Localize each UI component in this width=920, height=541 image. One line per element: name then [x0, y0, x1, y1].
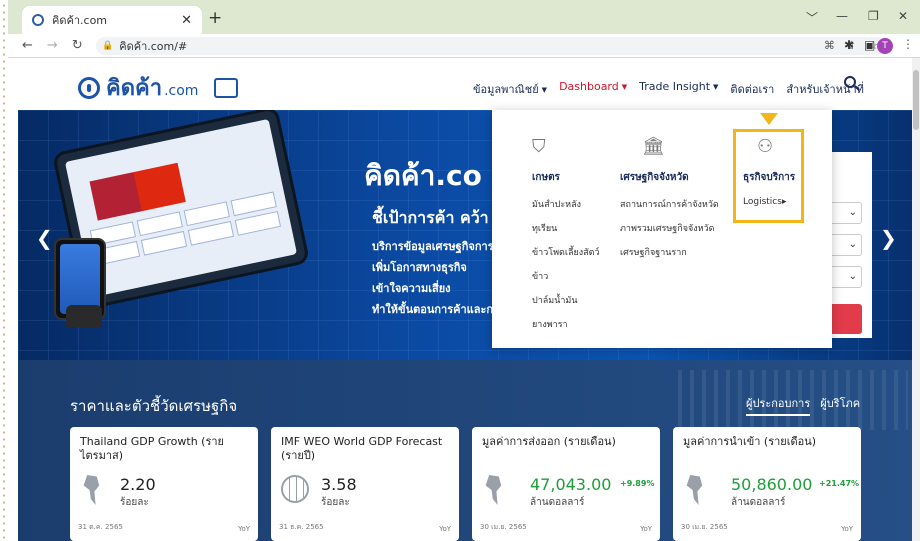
card-title: IMF WEO World GDP Forecast (รายปี)	[281, 435, 443, 462]
minimize-button[interactable]: —	[836, 9, 848, 23]
nav-item-commerce-data[interactable]: ข้อมูลพาณิชย์ ▼	[473, 80, 547, 98]
menu-heading-provincial[interactable]: เศรษฐกิจจังหวัด	[620, 170, 719, 185]
nav-item-contact[interactable]: ติดต่อเรา	[730, 80, 774, 98]
card-value: 47,043.00	[530, 475, 612, 494]
menu-item[interactable]: มันสำปะหลัง	[532, 197, 600, 211]
menu-heading-agriculture[interactable]: เกษตร	[532, 170, 600, 185]
logo-suffix: .com	[164, 82, 199, 99]
main-nav: ข้อมูลพาณิชย์ ▼ Dashboard ▼ Trade Insight ▼…	[473, 80, 864, 98]
government-building-icon: 🏛	[642, 136, 665, 157]
card-title: มูลค่าการส่งออก (รายเดือน)	[482, 435, 616, 448]
address-bar[interactable]: 🔒 คิดค้า.com/# ⌘ ⇪ ☆	[96, 37, 886, 55]
card-title: Thailand GDP Growth (รายไตรมาส)	[80, 435, 224, 462]
nav-item-trade-insight[interactable]: Trade Insight ▼	[639, 80, 718, 98]
menu-item[interactable]: สถานการณ์การค้าจังหวัด	[620, 197, 719, 211]
thailand-map-icon	[80, 475, 112, 505]
back-arrow-icon[interactable]: ←	[22, 38, 33, 53]
nav-item-dashboard[interactable]: Dashboard ▼	[559, 80, 627, 98]
url-text: คิดค้า.com/#	[119, 40, 188, 53]
tab-consumers[interactable]: ผู้บริโภค	[820, 394, 860, 416]
reload-icon[interactable]: ↻	[72, 38, 83, 53]
card-date: 31 ธ.ค. 2565	[279, 523, 324, 531]
indicator-card-gdp[interactable]: Thailand GDP Growth (รายไตรมาส) 2.20 ร้อ…	[70, 427, 258, 541]
audience-tabs: ผู้ประกอบการ ผู้บริโภค	[746, 394, 860, 416]
menu-item[interactable]: ข้าว	[532, 269, 600, 283]
menu-item[interactable]: ปาล์มน้ำมัน	[532, 293, 600, 307]
tab-title: คิดค้า.com	[52, 14, 108, 27]
globe-icon	[281, 475, 313, 505]
new-tab-button[interactable]: +	[208, 8, 222, 28]
hero-bullets: บริการข้อมูลเศรษฐกิจการ เพิ่มโอกาสทางธุร…	[372, 240, 500, 316]
carousel-next-icon[interactable]: ❯	[880, 226, 897, 250]
plant-icon: ⛉	[532, 136, 546, 157]
card-yoy: YoY	[640, 525, 652, 533]
menu-item[interactable]: ยางพารา	[532, 317, 600, 331]
tab-close-icon[interactable]: ✕	[181, 13, 192, 28]
logo-bulb-icon	[78, 76, 100, 99]
export-map-icon	[482, 475, 514, 505]
section-title: ราคาและตัวชี้วัดเศรษฐกิจ	[70, 397, 238, 415]
ministry-emblem-icon	[214, 77, 239, 98]
phone-stand-illustration	[66, 305, 102, 327]
hero-title: ชี้เป้าการค้า คว้า	[372, 208, 489, 227]
card-yoy: YoY	[238, 525, 250, 533]
card-change: +9.89%	[620, 479, 655, 488]
pointer-arrow-icon	[760, 113, 778, 125]
indicator-card-exports[interactable]: มูลค่าการส่งออก (รายเดือน) 47,043.00 ล้า…	[472, 427, 660, 541]
lock-icon: 🔒	[102, 41, 114, 51]
card-date: 31 ต.ค. 2565	[78, 523, 123, 531]
logo-text: คิดค้า	[106, 76, 163, 101]
scrollbar-thumb[interactable]	[913, 70, 919, 130]
card-title: มูลค่าการนำเข้า (รายเดือน)	[683, 435, 817, 448]
economic-indicators-section: ราคาและตัวชี้วัดเศรษฐกิจ ผู้ประกอบการ ผู…	[18, 360, 912, 541]
card-unit: ล้านดอลลาร์	[530, 497, 585, 508]
card-unit: ร้อยละ	[321, 497, 350, 508]
import-map-icon	[683, 475, 715, 505]
extensions-icon[interactable]: ✱	[844, 38, 854, 52]
browser-tabstrip: คิดค้า.com ✕ + ﹀ — ❐ ✕	[8, 0, 920, 34]
menu-column-agriculture: ⛉ เกษตร มันสำปะหลัง ทุเรียน ข้าวโพดเลี้ย…	[532, 136, 600, 341]
browser-toolbar: ← → ↻ 🔒 คิดค้า.com/# ⌘ ⇪ ☆ ✱ ▣	[8, 34, 920, 58]
card-date: 30 เม.ย. 2565	[681, 523, 728, 531]
site-favicon-icon	[32, 14, 44, 26]
sidepanel-icon[interactable]: ▣	[864, 38, 875, 52]
tab-search-button[interactable]: ﹀	[806, 9, 818, 26]
restore-button[interactable]: ❐	[868, 9, 879, 23]
menu-column-provincial: 🏛 เศรษฐกิจจังหวัด สถานการณ์การค้าจังหวัด…	[620, 136, 719, 269]
close-window-button[interactable]: ✕	[898, 9, 908, 23]
menu-item[interactable]: ภาพรวมเศรษฐกิจจังหวัด	[620, 221, 719, 235]
hero-logo: คิดค้า.co	[364, 159, 482, 192]
highlight-annotation	[733, 129, 804, 223]
forward-arrow-icon[interactable]: →	[47, 38, 58, 53]
card-value: 3.58	[321, 475, 357, 494]
site-header: คิดค้า .com ข้อมูลพาณิชย์ ▼ Dashboard ▼ Tr…	[8, 58, 912, 110]
browser-menu-icon[interactable]: ⋮	[902, 37, 914, 51]
card-value: 2.20	[120, 475, 156, 494]
search-icon[interactable]	[844, 76, 860, 92]
card-value: 50,860.00	[731, 475, 813, 494]
site-logo[interactable]: คิดค้า .com	[78, 70, 239, 105]
carousel-prev-icon[interactable]: ❮	[36, 226, 53, 250]
browser-tab[interactable]: คิดค้า.com ✕	[22, 6, 202, 34]
card-yoy: YoY	[841, 525, 853, 533]
card-unit: ล้านดอลลาร์	[731, 497, 786, 508]
menu-item[interactable]: เศรษฐกิจฐานราก	[620, 245, 719, 259]
card-yoy: YoY	[439, 525, 451, 533]
profile-avatar[interactable]: T	[877, 38, 893, 54]
indicator-card-imf[interactable]: IMF WEO World GDP Forecast (รายปี) 3.58 …	[271, 427, 459, 541]
tab-entrepreneurs[interactable]: ผู้ประกอบการ	[746, 394, 811, 416]
card-unit: ร้อยละ	[120, 497, 149, 508]
page-scrollbar[interactable]	[912, 58, 920, 541]
card-date: 30 เม.ย. 2565	[480, 523, 527, 531]
menu-item[interactable]: ทุเรียน	[532, 221, 600, 235]
indicator-card-imports[interactable]: มูลค่าการนำเข้า (รายเดือน) 50,860.00 ล้า…	[673, 427, 861, 541]
translate-icon[interactable]: ⌘	[824, 39, 835, 52]
menu-item[interactable]: ข้าวโพดเลี้ยงสัตว์	[532, 245, 600, 259]
card-change: +21.47%	[819, 479, 860, 488]
frame-decoration	[0, 0, 8, 541]
